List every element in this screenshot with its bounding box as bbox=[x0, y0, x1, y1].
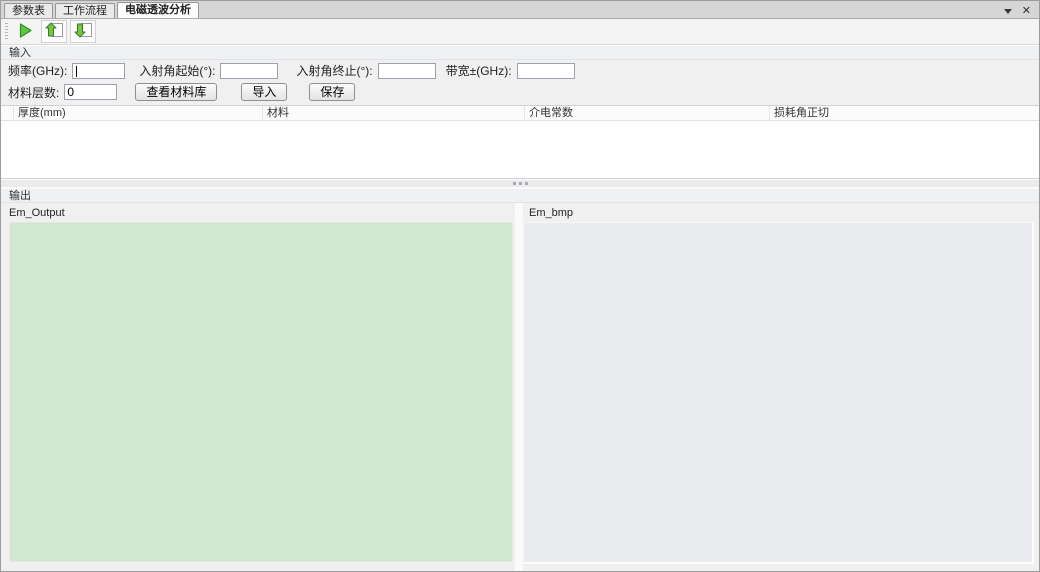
bandwidth-input[interactable] bbox=[517, 63, 575, 79]
em-bmp-pane: Em_bmp bbox=[523, 203, 1039, 572]
col-loss-tangent[interactable]: 损耗角正切 bbox=[770, 106, 1039, 120]
splitter-dot bbox=[519, 182, 522, 185]
save-button[interactable]: 保存 bbox=[309, 83, 355, 101]
incident-angle-start-input[interactable] bbox=[220, 63, 278, 79]
col-dielectric-constant[interactable]: 介电常数 bbox=[525, 106, 770, 120]
text-caret bbox=[76, 66, 77, 77]
output-section-header: 输出 bbox=[1, 188, 1039, 203]
input-section-header: 输入 bbox=[1, 45, 1039, 60]
row-selector-header bbox=[1, 106, 14, 120]
tab-bar: 参数表 工作流程 电磁透波分析 ✕ bbox=[1, 1, 1039, 19]
material-layers-row: 材料层数: 查看材料库 导入 保存 bbox=[1, 81, 1039, 103]
frequency-input[interactable] bbox=[72, 63, 125, 79]
tab-list-dropdown-icon[interactable] bbox=[1004, 9, 1012, 14]
em-output-pane: Em_Output bbox=[1, 203, 515, 572]
toolbar bbox=[1, 19, 1039, 45]
material-layers-input[interactable] bbox=[64, 84, 117, 100]
material-table-body[interactable] bbox=[1, 121, 1039, 178]
page-up-arrow-icon bbox=[45, 22, 64, 42]
material-layers-label: 材料层数: bbox=[8, 84, 59, 101]
splitter-dot bbox=[525, 182, 528, 185]
col-material[interactable]: 材料 bbox=[263, 106, 525, 120]
tab-parameter-table[interactable]: 参数表 bbox=[4, 3, 53, 18]
upload-button[interactable] bbox=[41, 20, 67, 43]
material-table-header: 厚度(mm) 材料 介电常数 损耗角正切 bbox=[1, 106, 1039, 121]
close-icon[interactable]: ✕ bbox=[1022, 6, 1031, 16]
splitter-dot bbox=[513, 182, 516, 185]
tab-em-transmission-analysis[interactable]: 电磁透波分析 bbox=[117, 2, 199, 18]
em-bmp-label: Em_bmp bbox=[523, 203, 1039, 222]
page-down-arrow-icon bbox=[74, 22, 93, 42]
em-output-canvas[interactable] bbox=[9, 222, 513, 562]
col-thickness[interactable]: 厚度(mm) bbox=[14, 106, 263, 120]
app-window: 参数表 工作流程 电磁透波分析 ✕ bbox=[0, 0, 1040, 572]
toolbar-gripper[interactable] bbox=[5, 23, 8, 41]
vertical-splitter[interactable] bbox=[515, 203, 523, 572]
input-fields-row: 频率(GHz): 入射角起始(°): 入射角终止(°): 带宽±(GHz): bbox=[1, 60, 1039, 81]
output-area: Em_Output Em_bmp bbox=[1, 203, 1039, 572]
em-bmp-canvas[interactable] bbox=[523, 222, 1034, 564]
em-output-label: Em_Output bbox=[1, 203, 515, 222]
tab-workflow[interactable]: 工作流程 bbox=[55, 3, 115, 18]
run-button[interactable] bbox=[12, 20, 38, 43]
incident-angle-start-label: 入射角起始(°): bbox=[139, 62, 215, 79]
horizontal-splitter[interactable] bbox=[1, 179, 1039, 188]
incident-angle-end-label: 入射角终止(°): bbox=[296, 62, 372, 79]
download-button[interactable] bbox=[70, 20, 96, 43]
import-button[interactable]: 导入 bbox=[241, 83, 287, 101]
material-table: 厚度(mm) 材料 介电常数 损耗角正切 bbox=[1, 105, 1039, 179]
frequency-label: 频率(GHz): bbox=[8, 62, 67, 79]
incident-angle-end-input[interactable] bbox=[378, 63, 436, 79]
bandwidth-label: 带宽±(GHz): bbox=[446, 62, 512, 79]
run-icon bbox=[17, 22, 34, 42]
tab-controls: ✕ bbox=[1004, 6, 1031, 16]
view-material-library-button[interactable]: 查看材料库 bbox=[135, 83, 217, 101]
